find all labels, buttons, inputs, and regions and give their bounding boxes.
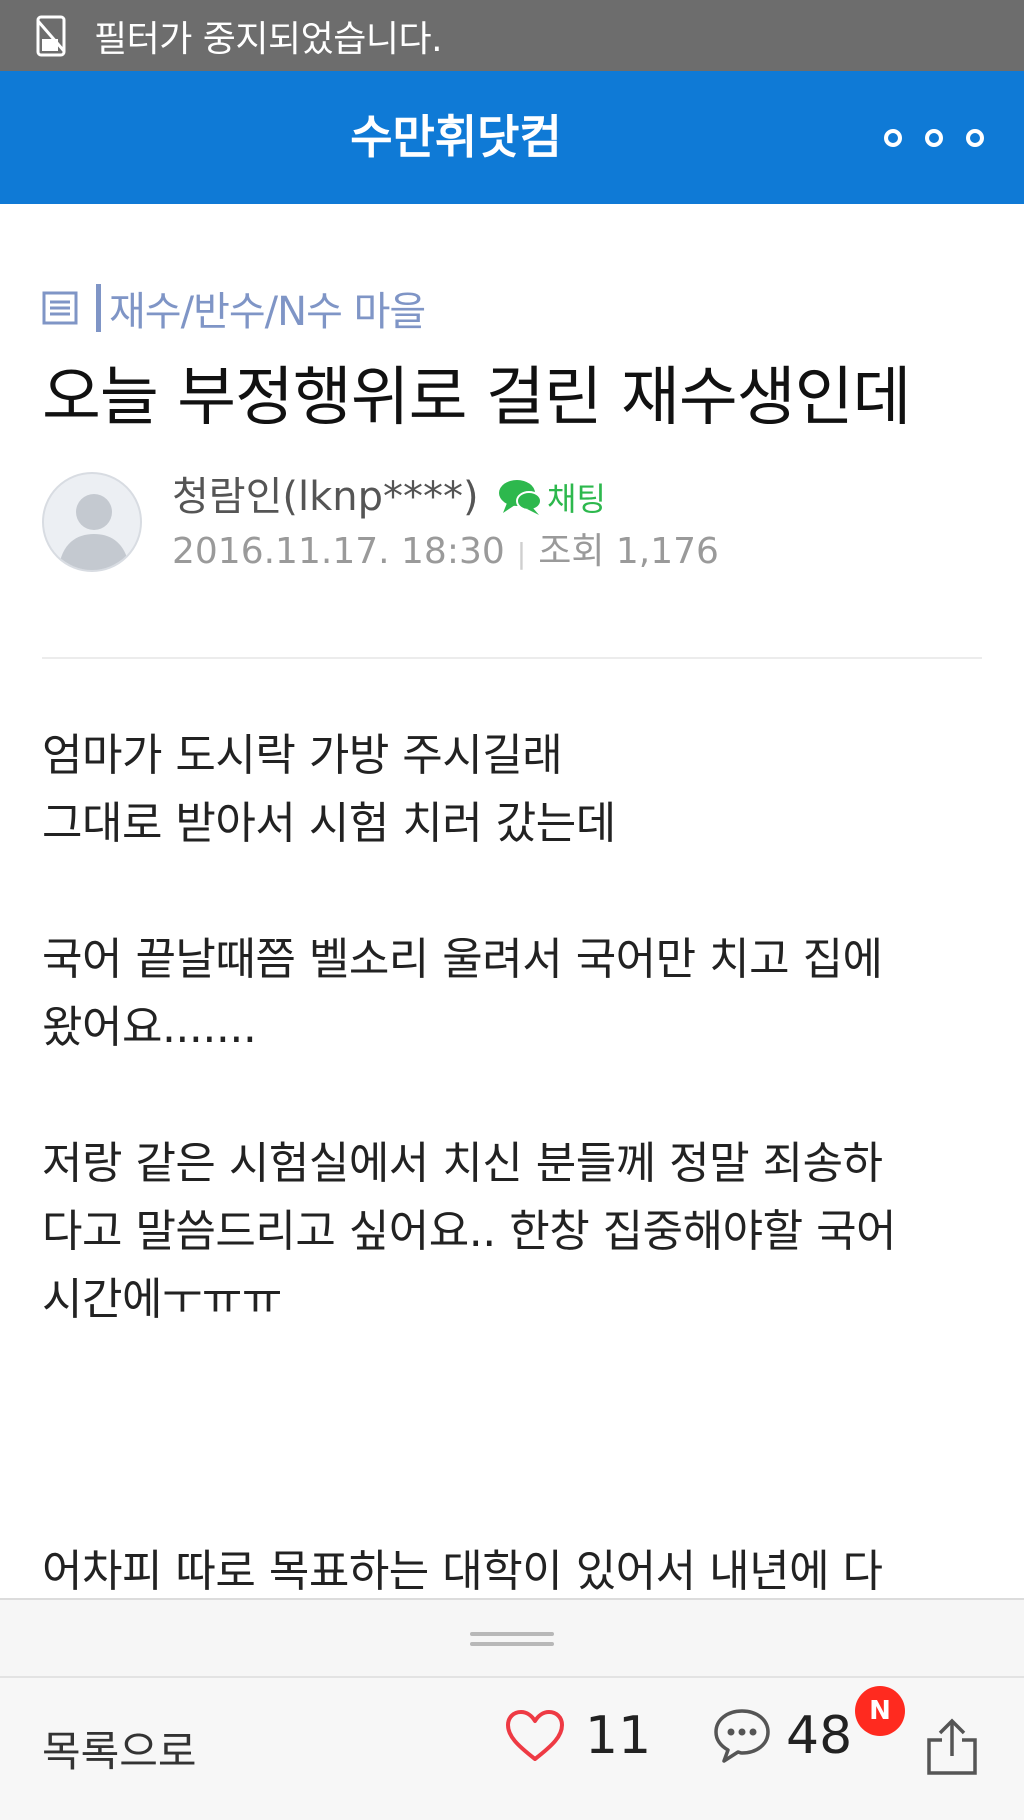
- heart-icon: [505, 1709, 565, 1763]
- post-body: 엄마가 도시락 가방 주시길래 그대로 받아서 시험 치러 갔는데 국어 끝날때…: [42, 722, 992, 1674]
- category-divider: [96, 284, 101, 332]
- drawer-handle[interactable]: [0, 1598, 1024, 1678]
- grip-icon: [470, 1632, 554, 1646]
- chat-label: 채팅: [547, 480, 606, 518]
- status-bar: 필터가 중지되었습니다.: [0, 0, 1024, 71]
- author-block: 청람인(lknp****) 채팅 2016.11.17. 18:30 | 조회 1,…: [42, 470, 982, 580]
- status-text: 필터가 중지되었습니다.: [94, 18, 443, 60]
- like-count: 11: [585, 1706, 652, 1766]
- author-name[interactable]: 청람인(lknp****): [172, 464, 479, 522]
- content-divider: [42, 657, 982, 659]
- bottom-bar: 목록으로 11 48 N: [0, 1678, 1024, 1820]
- like-button[interactable]: 11: [505, 1706, 651, 1766]
- category-label: 재수/반수/N수 마을: [109, 289, 426, 335]
- body-line: 시간에ㅜㅠㅠ: [42, 1274, 282, 1325]
- comment-count: 48: [786, 1706, 853, 1766]
- board-icon: [42, 291, 78, 325]
- meta-separator: |: [516, 537, 527, 570]
- comment-icon: [712, 1707, 772, 1765]
- paragraph: 국어 끝날때쯤 벨소리 울려서 국어만 치고 집에 왔어요.......: [42, 926, 992, 1062]
- more-dot: [925, 129, 943, 147]
- avatar[interactable]: [42, 472, 142, 572]
- new-comment-badge: N: [855, 1686, 905, 1736]
- share-icon[interactable]: [926, 1718, 978, 1776]
- app-header: 수만휘닷컴: [0, 71, 1024, 204]
- chat-button[interactable]: 채팅: [497, 474, 606, 520]
- body-line: 저랑 같은 시험실에서 치신 분들께 정말 죄송하: [42, 1138, 883, 1189]
- body-line: 그대로 받아서 시험 치러 갔는데: [42, 798, 616, 849]
- board-category[interactable]: 재수/반수/N수 마을: [42, 280, 426, 336]
- body-line: 국어 끝날때쯤 벨소리 울려서 국어만 치고 집에: [42, 934, 883, 985]
- post-meta: 2016.11.17. 18:30 | 조회 1,176: [172, 522, 719, 574]
- more-dot: [884, 129, 902, 147]
- body-line: 엄마가 도시락 가방 주시길래: [42, 730, 563, 781]
- more-icon[interactable]: [884, 123, 984, 153]
- paragraph: 저랑 같은 시험실에서 치신 분들께 정말 죄송하 다고 말씀드리고 싶어요..…: [42, 1130, 992, 1334]
- filter-icon: [36, 15, 66, 57]
- more-dot: [966, 129, 984, 147]
- post-date: 2016.11.17. 18:30: [172, 531, 505, 572]
- paragraph: 엄마가 도시락 가방 주시길래 그대로 받아서 시험 치러 갔는데: [42, 722, 992, 858]
- post-views: 조회 1,176: [538, 531, 719, 572]
- body-line: 왔어요.......: [42, 1002, 257, 1053]
- back-to-list-button[interactable]: 목록으로: [42, 1718, 197, 1779]
- comment-button[interactable]: 48: [712, 1706, 852, 1766]
- chat-icon: [497, 477, 543, 517]
- body-line: 다고 말씀드리고 싶어요.. 한창 집중해야할 국어: [42, 1206, 897, 1257]
- body-line: 어차피 따로 목표하는 대학이 있어서 내년에 다: [42, 1546, 883, 1597]
- site-title[interactable]: 수만휘닷컴: [0, 71, 912, 204]
- blank-space: [42, 1402, 992, 1538]
- paragraph: 어차피 따로 목표하는 대학이 있어서 내년에 다: [42, 1538, 992, 1606]
- post-title: 오늘 부정행위로 걸린 재수생인데: [42, 361, 911, 435]
